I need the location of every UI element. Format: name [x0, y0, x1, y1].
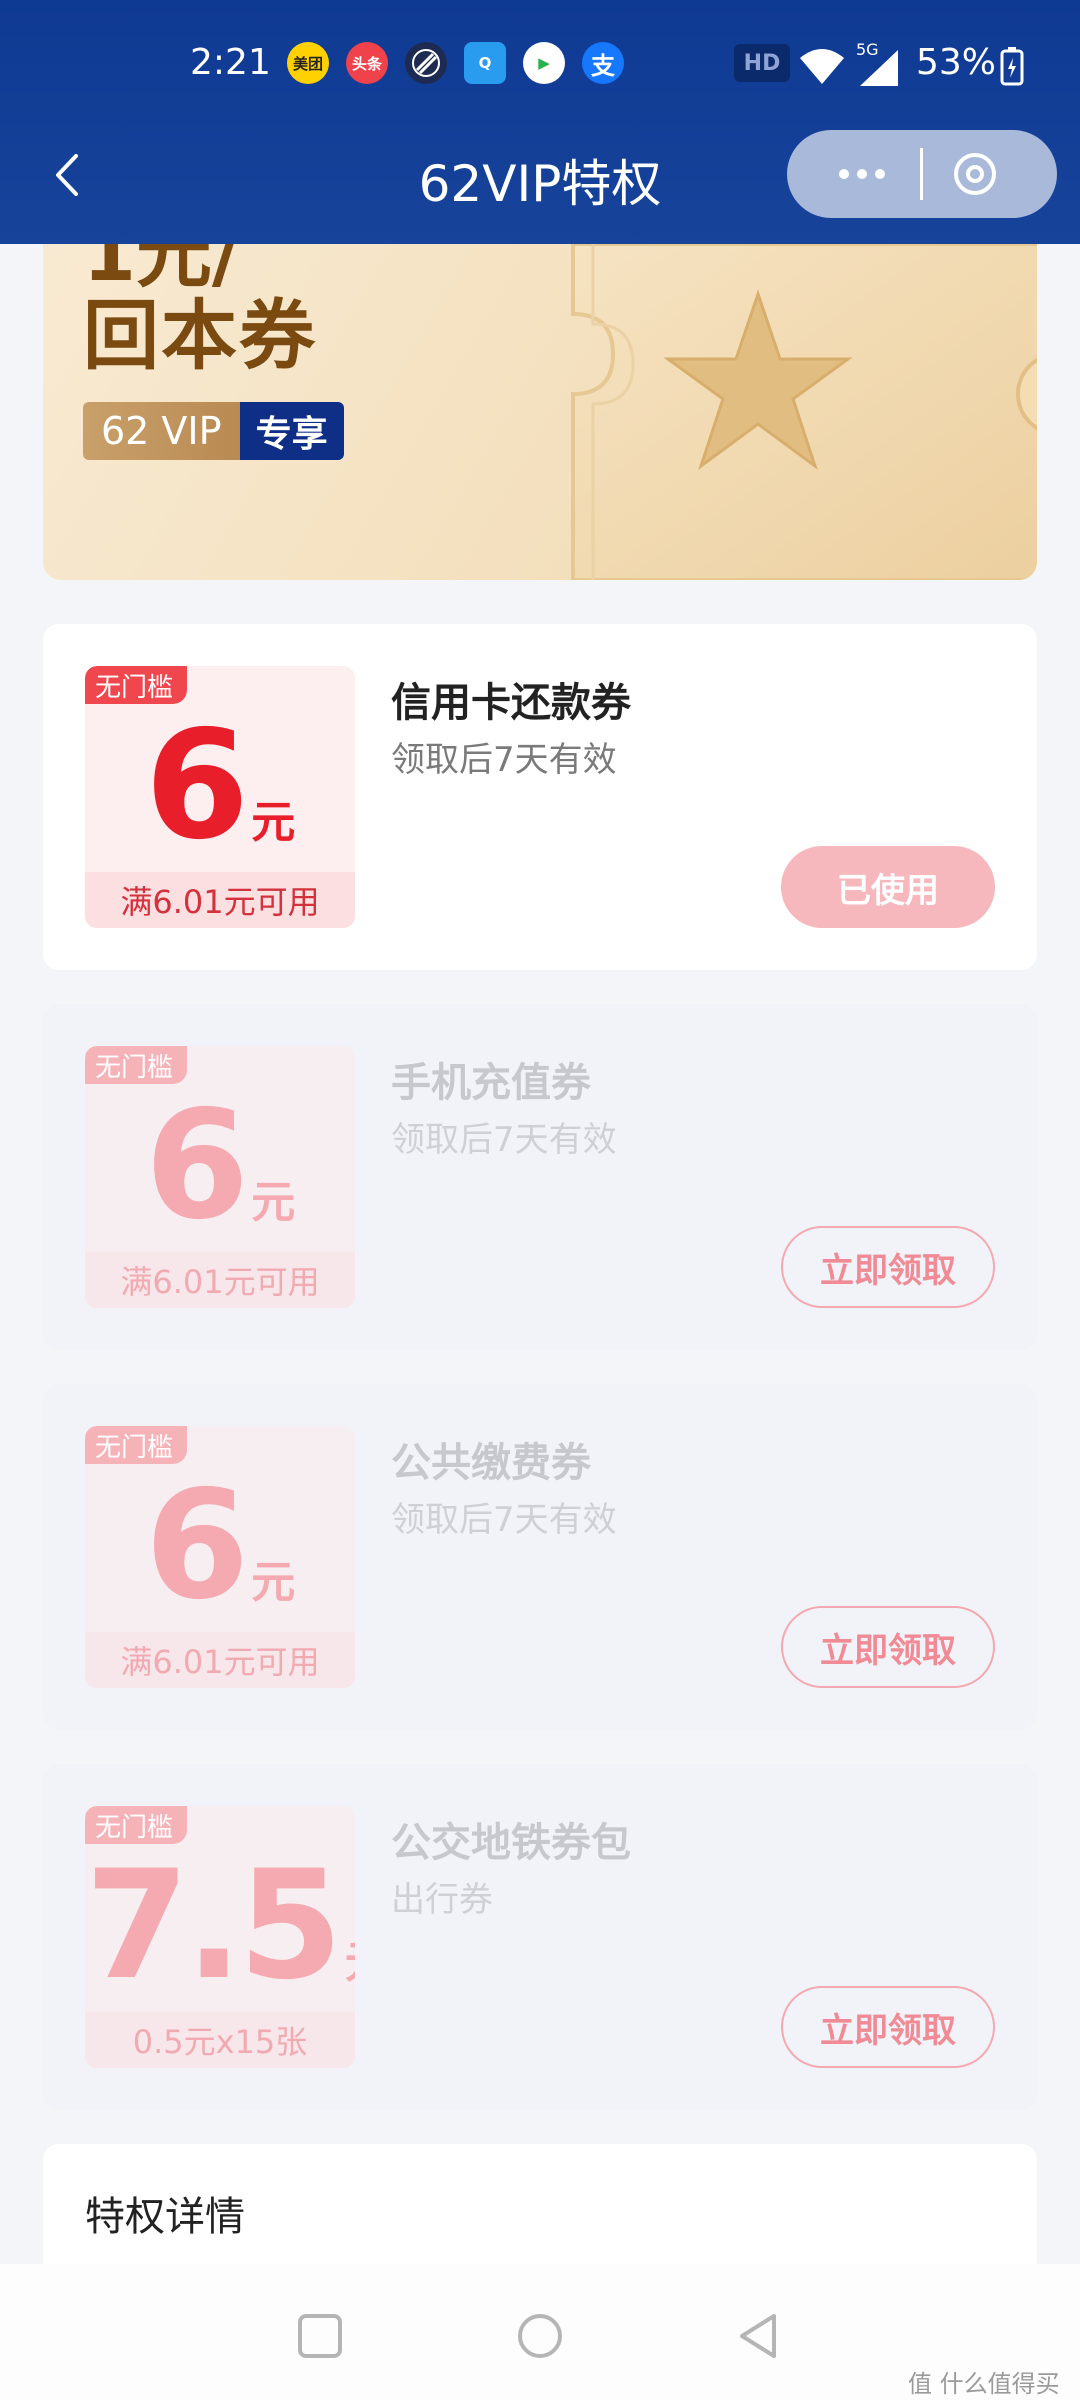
amount-value: 6 — [144, 1459, 249, 1633]
amount-value: 6 — [144, 699, 249, 873]
privilege-details-title: 特权详情 — [85, 2194, 245, 2240]
signal-icon — [860, 50, 898, 86]
coupon-title: 公交地铁券包 — [391, 1820, 631, 1866]
coupon-condition: 满6.01元可用 — [85, 1252, 355, 1308]
coupon-condition: 满6.01元可用 — [85, 872, 355, 928]
coupon-amount: 7.5元 — [85, 1846, 355, 2006]
status-time: 2:21 — [190, 42, 271, 83]
coupon-card: 无门槛 6元 满6.01元可用 信用卡还款券 领取后7天有效 已使用 — [43, 624, 1037, 970]
claim-button[interactable]: 立即领取 — [781, 1606, 995, 1688]
ticket-star-illustration — [571, 244, 1037, 580]
amount-value: 7.5 — [85, 1839, 343, 2013]
coupon-amount: 6元 — [85, 706, 355, 866]
more-icon[interactable] — [827, 146, 897, 202]
recent-apps-icon[interactable] — [290, 2306, 350, 2366]
hd-badge: HD — [734, 44, 790, 82]
coupon-card: 无门槛 6元 满6.01元可用 公共缴费券 领取后7天有效 立即领取 — [43, 1384, 1037, 1730]
capsule-divider — [920, 148, 923, 200]
coupon-subtitle: 出行券 — [391, 1880, 493, 1920]
amount-value: 6 — [144, 1079, 249, 1253]
mini-program-capsule — [787, 130, 1057, 218]
amount-unit: 元 — [251, 797, 296, 848]
coupon-amount: 6元 — [85, 1466, 355, 1626]
vip-exclusive-badge: 62 VIP 专享 — [83, 402, 344, 460]
coupon-condition: 0.5元x15张 — [85, 2012, 355, 2068]
banner-title: 回本券 — [83, 291, 317, 380]
vip-banner: 1元/ 回本券 62 VIP 专享 — [43, 244, 1037, 580]
back-triangle-icon[interactable] — [730, 2306, 790, 2366]
coupon-card: 无门槛 7.5元 0.5元x15张 公交地铁券包 出行券 立即领取 — [43, 1764, 1037, 2110]
amount-unit: 元 — [345, 1937, 355, 1988]
battery-percent: 53% — [916, 42, 997, 83]
stripe-app-icon — [405, 42, 447, 84]
header: 2:21 美团 头条 Q ▶ 支 HD 5G 53% 62VIP特权 — [0, 0, 1080, 244]
used-button[interactable]: 已使用 — [781, 846, 995, 928]
coupon-condition: 满6.01元可用 — [85, 1632, 355, 1688]
wifi-icon — [800, 49, 844, 84]
amount-unit: 元 — [251, 1557, 296, 1608]
coupon-card: 无门槛 6元 满6.01元可用 手机充值券 领取后7天有效 立即领取 — [43, 1004, 1037, 1350]
coupon-validity: 领取后7天有效 — [391, 740, 617, 780]
claim-button[interactable]: 立即领取 — [781, 1986, 995, 2068]
coupon-amount-box: 无门槛 6元 满6.01元可用 — [85, 1426, 355, 1688]
claim-button[interactable]: 立即领取 — [781, 1226, 995, 1308]
system-nav-bar: 值 什么值得买 — [0, 2264, 1080, 2400]
toutiao-icon: 头条 — [346, 42, 388, 84]
navbar: 62VIP特权 — [0, 130, 1080, 220]
coupon-title: 手机充值券 — [391, 1060, 591, 1106]
coupon-validity: 领取后7天有效 — [391, 1500, 617, 1540]
qq-icon: Q — [464, 42, 506, 84]
close-icon[interactable] — [947, 146, 1003, 202]
home-icon[interactable] — [510, 2306, 570, 2366]
coupon-title: 信用卡还款券 — [391, 680, 631, 726]
alipay-icon: 支 — [582, 42, 624, 84]
battery-icon — [1000, 47, 1024, 86]
coupon-amount-box: 无门槛 6元 满6.01元可用 — [85, 1046, 355, 1308]
coupon-amount: 6元 — [85, 1086, 355, 1246]
amount-unit: 元 — [251, 1177, 296, 1228]
coupon-validity: 领取后7天有效 — [391, 1120, 617, 1160]
vip-label: 62 VIP — [83, 402, 240, 460]
privilege-details-section: 特权详情 — [43, 2144, 1037, 2264]
watermark: 值 什么值得买 — [908, 2370, 1060, 2398]
video-app-icon: ▶ — [523, 42, 565, 84]
exclusive-label: 专享 — [239, 402, 344, 460]
status-bar: 2:21 美团 头条 Q ▶ 支 HD 5G 53% — [0, 36, 1080, 102]
coupon-amount-box: 无门槛 7.5元 0.5元x15张 — [85, 1806, 355, 2068]
meituan-icon: 美团 — [287, 42, 329, 84]
coupon-title: 公共缴费券 — [391, 1440, 591, 1486]
coupon-amount-box: 无门槛 6元 满6.01元可用 — [85, 666, 355, 928]
